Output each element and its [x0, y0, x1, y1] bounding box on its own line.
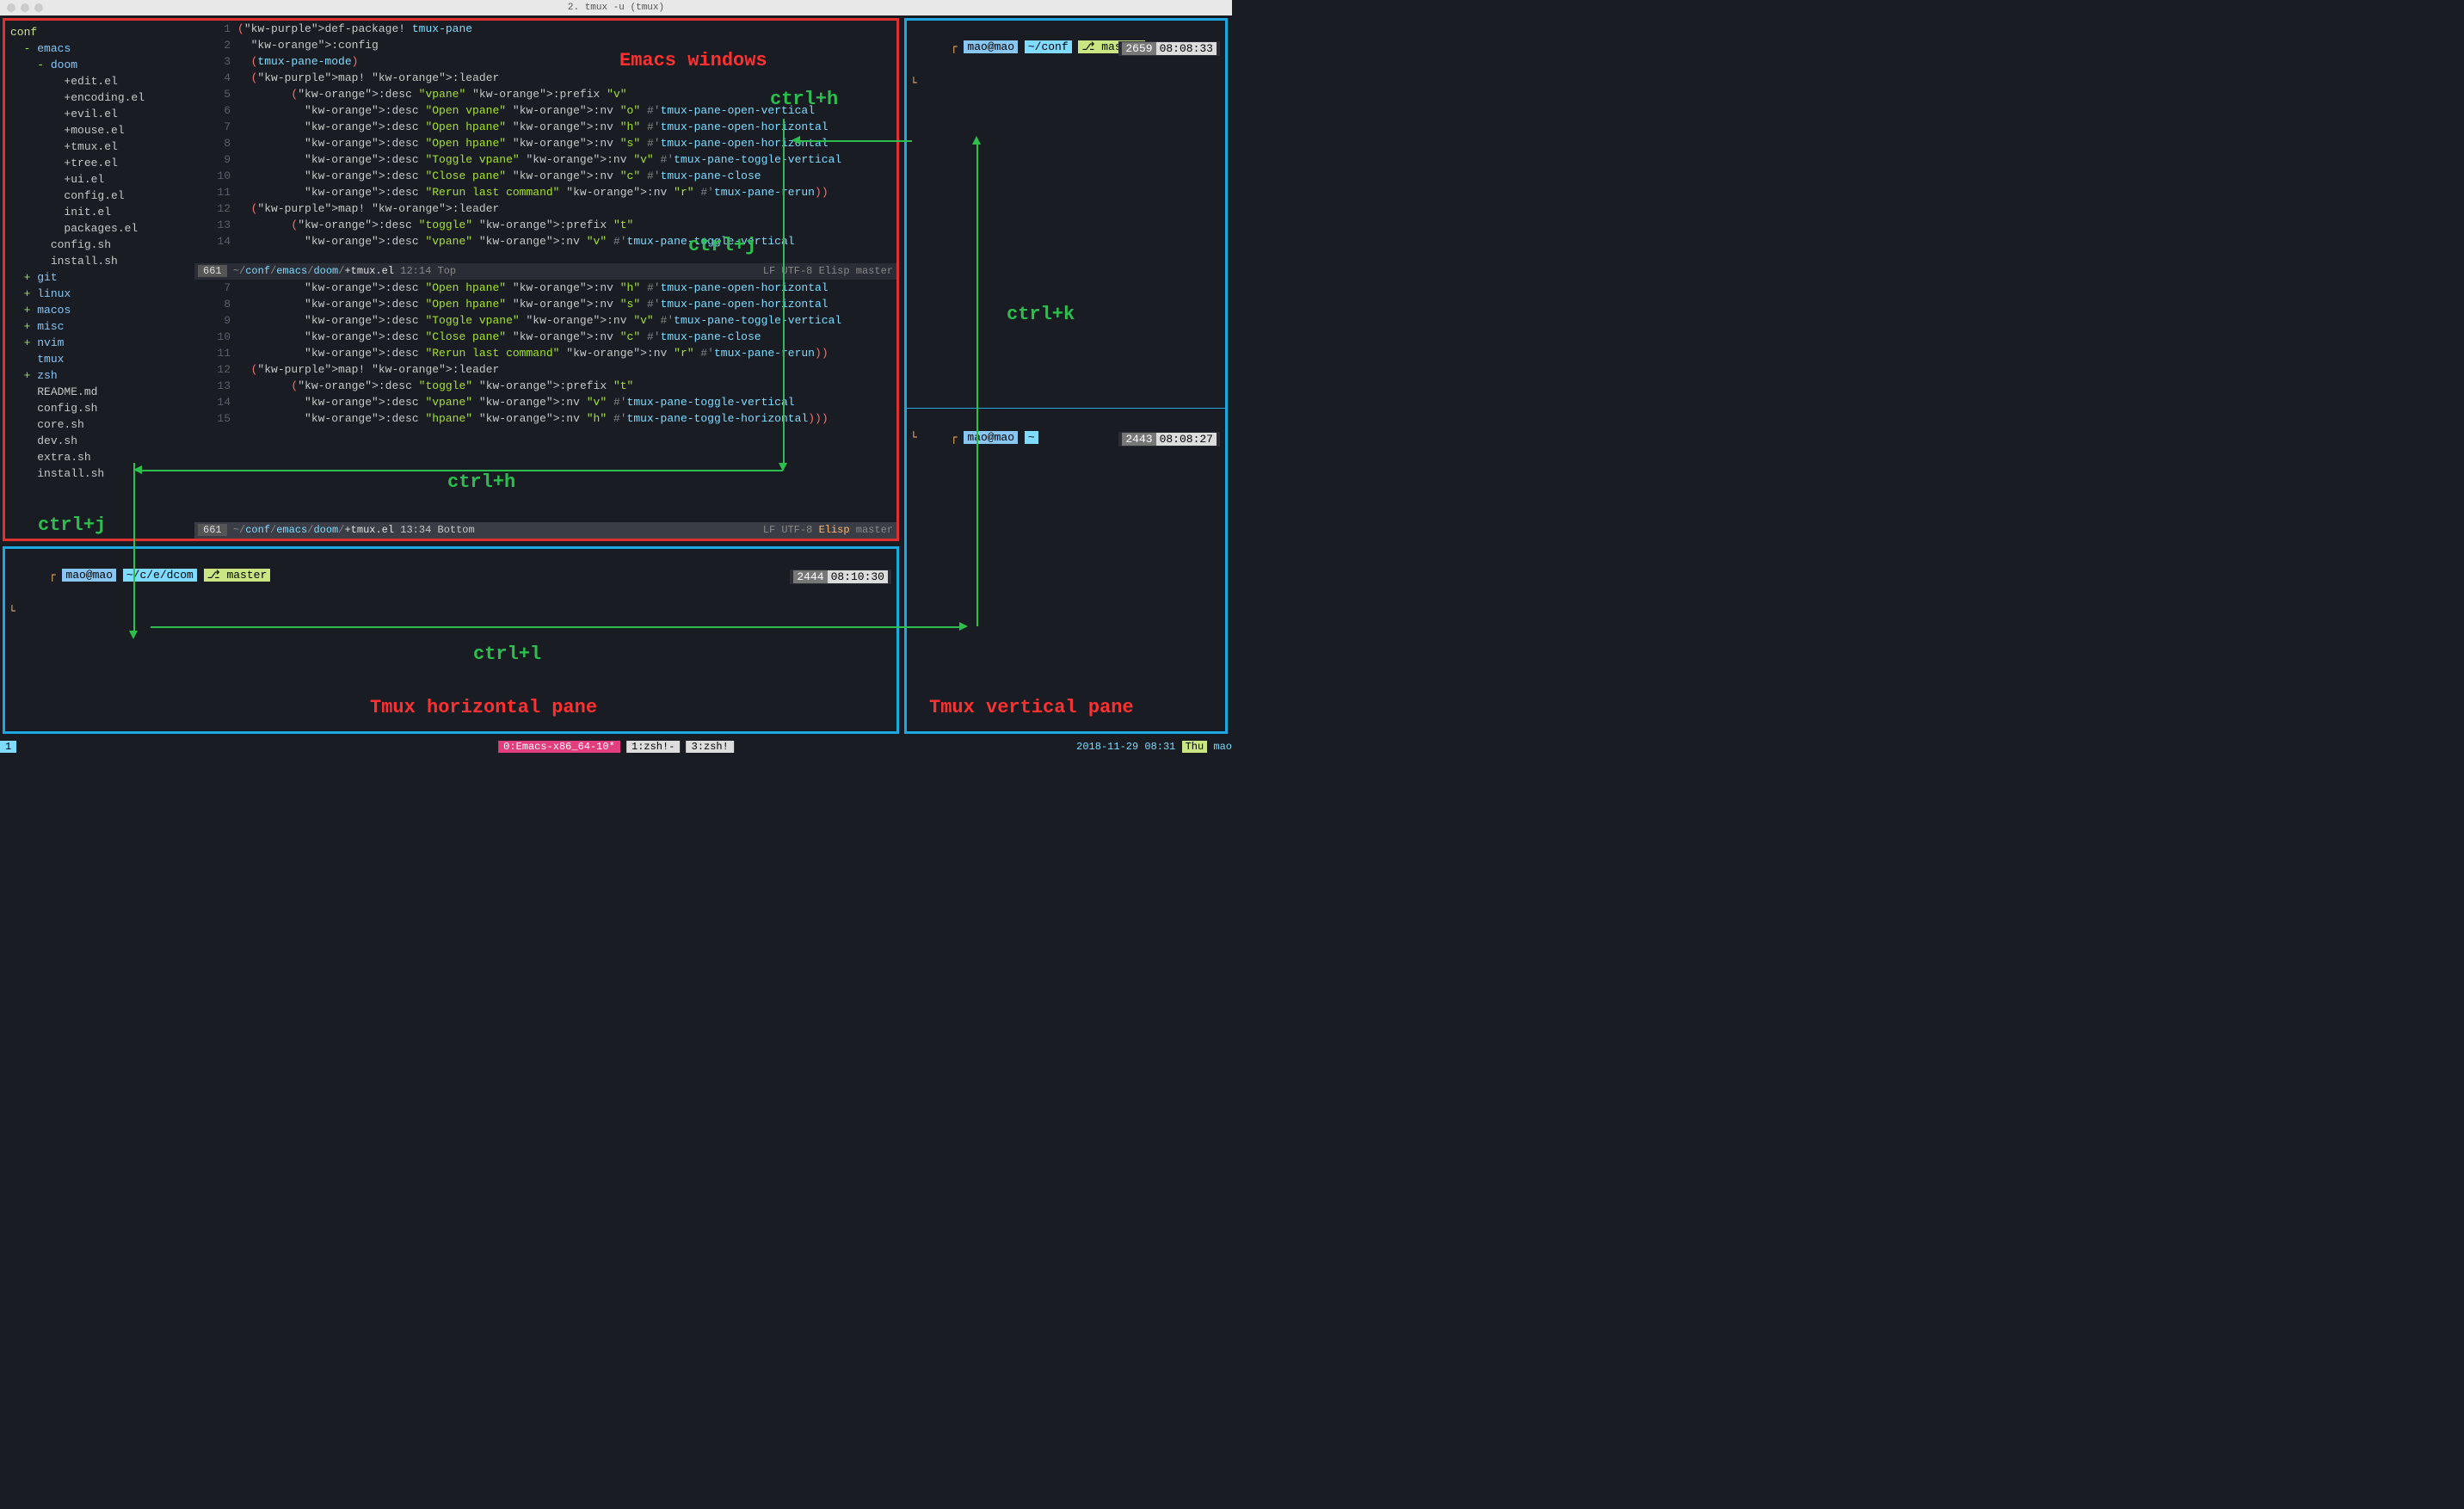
- tree-file[interactable]: +tree.el: [10, 155, 189, 171]
- tmux-horizontal-pane[interactable]: ┌ mao@mao ~/c/e/dcom ⎇ master └ 244408:1…: [3, 546, 899, 734]
- tmux-statusbar: 1 0:Emacs-x86_64-10* 1:zsh!- 3:zsh! 2018…: [0, 739, 1232, 754]
- tree-file[interactable]: +tmux.el: [10, 139, 189, 155]
- tree-dir[interactable]: + zsh: [10, 367, 189, 384]
- code-body[interactable]: "kw-orange">:desc "Open hpane" "kw-orang…: [237, 280, 896, 539]
- modeline-top: 661 ~/conf/emacs/doom/+tmux.el 12:14 Top…: [194, 263, 896, 280]
- code-line[interactable]: ("kw-orange">:desc "toggle" "kw-orange">…: [237, 217, 896, 233]
- main-area: conf - emacs - doom +edit.el +encoding.e…: [0, 15, 1232, 739]
- statusbar-right: 2018-11-29 08:31 Thu mao: [1076, 739, 1232, 754]
- tree-file[interactable]: +ui.el: [10, 171, 189, 188]
- tree-file[interactable]: init.el: [10, 204, 189, 220]
- tree-file[interactable]: +edit.el: [10, 73, 189, 89]
- gutter: 789101112131415: [194, 280, 237, 539]
- titlebar: 2. tmux -u (tmux): [0, 0, 1232, 15]
- tree-file[interactable]: install.sh: [10, 253, 189, 269]
- code-line[interactable]: "kw-orange">:desc "Toggle vpane" "kw-ora…: [237, 151, 896, 168]
- window-list[interactable]: 0:Emacs-x86_64-10* 1:zsh!- 3:zsh!: [498, 739, 734, 754]
- tree-file[interactable]: dev.sh: [10, 433, 189, 449]
- tree-dir[interactable]: - doom: [10, 57, 189, 73]
- tree-dir[interactable]: tmux: [10, 351, 189, 367]
- code-body[interactable]: ("kw-purple">def-package! tmux-pane "kw-…: [237, 21, 896, 280]
- tree-file[interactable]: +mouse.el: [10, 122, 189, 139]
- code-line[interactable]: "kw-orange">:desc "vpane" "kw-orange">:n…: [237, 394, 896, 410]
- shell-clock: 244408:10:30: [790, 570, 891, 584]
- traffic-lights: [7, 3, 43, 12]
- close-icon[interactable]: [7, 3, 15, 12]
- code-line[interactable]: ("kw-purple">map! "kw-orange">:leader: [237, 200, 896, 217]
- shell-clock: 244308:08:27: [1118, 432, 1220, 447]
- code-line[interactable]: "kw-orange">:desc "Rerun last command" "…: [237, 345, 896, 361]
- tree-dir[interactable]: + linux: [10, 286, 189, 302]
- emacs-region: conf - emacs - doom +edit.el +encoding.e…: [3, 18, 899, 541]
- tree-dir[interactable]: + macos: [10, 302, 189, 318]
- file-tree-pane[interactable]: conf - emacs - doom +edit.el +encoding.e…: [5, 21, 194, 539]
- modeline-bottom: 661 ~/conf/emacs/doom/+tmux.el 13:34 Bot…: [194, 522, 896, 539]
- shell-prompt[interactable]: ┌ mao@mao ~/c/e/dcom ⎇ master: [5, 549, 896, 601]
- code-line[interactable]: ("kw-orange">:desc "toggle" "kw-orange">…: [237, 378, 896, 394]
- code-pane-bottom[interactable]: 789101112131415 "kw-orange">:desc "Open …: [194, 280, 896, 539]
- tree-file[interactable]: install.sh: [10, 465, 189, 482]
- code-line[interactable]: "kw-orange">:desc "Open hpane" "kw-orang…: [237, 135, 896, 151]
- minimize-icon[interactable]: [21, 3, 29, 12]
- tree-file[interactable]: +encoding.el: [10, 89, 189, 106]
- code-line[interactable]: "kw-orange">:desc "vpane" "kw-orange">:n…: [237, 233, 896, 249]
- tree-file[interactable]: +evil.el: [10, 106, 189, 122]
- window-title: 2. tmux -u (tmux): [568, 3, 664, 13]
- session-indicator[interactable]: 1: [0, 739, 16, 754]
- tmux-vertical-pane[interactable]: ┌ mao@mao ~/conf ⎇ master └ 265908:08:33…: [904, 18, 1228, 734]
- code-line[interactable]: "kw-orange">:desc "Open vpane" "kw-orang…: [237, 102, 896, 119]
- code-line[interactable]: "kw-orange">:desc "Close pane" "kw-orang…: [237, 329, 896, 345]
- shell-clock: 265908:08:33: [1118, 41, 1220, 56]
- tree-dir[interactable]: + misc: [10, 318, 189, 335]
- tree-file[interactable]: packages.el: [10, 220, 189, 237]
- gutter: 1234567891011121314: [194, 21, 237, 280]
- tree-file[interactable]: config.sh: [10, 400, 189, 416]
- code-line[interactable]: ("kw-orange">:desc "vpane" "kw-orange">:…: [237, 86, 896, 102]
- tree-file[interactable]: extra.sh: [10, 449, 189, 465]
- tree-root-label: conf: [10, 24, 189, 40]
- code-line[interactable]: "kw-orange">:desc "hpane" "kw-orange">:n…: [237, 410, 896, 427]
- tmux-window-tab[interactable]: 3:zsh!: [687, 741, 734, 753]
- tree-file[interactable]: README.md: [10, 384, 189, 400]
- shell-prompt[interactable]: ┌ mao@mao ~: [907, 411, 1042, 464]
- code-line[interactable]: ("kw-purple">map! "kw-orange">:leader: [237, 70, 896, 86]
- tree-file[interactable]: core.sh: [10, 416, 189, 433]
- tree-dir[interactable]: + git: [10, 269, 189, 286]
- tmux-window-tab[interactable]: 0:Emacs-x86_64-10*: [498, 741, 620, 753]
- tmux-window-tab[interactable]: 1:zsh!-: [626, 741, 680, 753]
- tree-dir[interactable]: - emacs: [10, 40, 189, 57]
- tree-file[interactable]: config.el: [10, 188, 189, 204]
- code-line[interactable]: "kw-orange">:desc "Open hpane" "kw-orang…: [237, 296, 896, 312]
- code-line[interactable]: "kw-orange">:desc "Rerun last command" "…: [237, 184, 896, 200]
- code-line[interactable]: "kw-orange">:desc "Close pane" "kw-orang…: [237, 168, 896, 184]
- code-line[interactable]: (tmux-pane-mode): [237, 53, 896, 70]
- code-line[interactable]: "kw-orange">:config: [237, 37, 896, 53]
- zoom-icon[interactable]: [34, 3, 43, 12]
- code-line[interactable]: ("kw-purple">def-package! tmux-pane: [237, 21, 896, 37]
- code-pane-top[interactable]: 1234567891011121314 ("kw-purple">def-pac…: [194, 21, 896, 280]
- tree-dir[interactable]: + nvim: [10, 335, 189, 351]
- tree-file[interactable]: config.sh: [10, 237, 189, 253]
- code-line[interactable]: "kw-orange">:desc "Open hpane" "kw-orang…: [237, 280, 896, 296]
- code-line[interactable]: ("kw-purple">map! "kw-orange">:leader: [237, 361, 896, 378]
- code-line[interactable]: "kw-orange">:desc "Toggle vpane" "kw-ora…: [237, 312, 896, 329]
- code-line[interactable]: "kw-orange">:desc "Open hpane" "kw-orang…: [237, 119, 896, 135]
